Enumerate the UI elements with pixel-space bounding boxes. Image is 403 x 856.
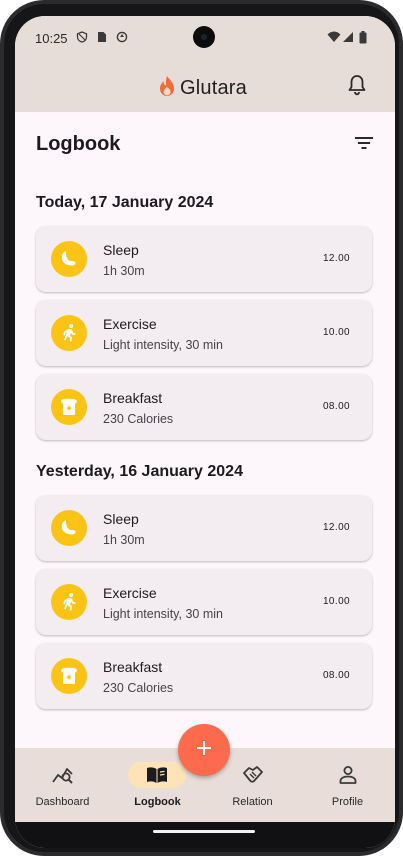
gesture-bar [15, 822, 395, 848]
entry-icon-circle [51, 241, 87, 277]
nav-icon-container [43, 762, 83, 788]
entry-title: Exercise [103, 316, 157, 332]
app-screen: 10:25 Glutara Logbook Today, 17 January … [15, 16, 395, 848]
log-entry-card[interactable]: Sleep 1h 30m 12.00 [36, 495, 372, 561]
entry-title: Sleep [103, 242, 139, 258]
entry-icon-circle [51, 584, 87, 620]
entry-detail: Light intensity, 30 min [103, 607, 223, 621]
entry-detail: 230 Calories [103, 681, 174, 695]
device-bezel: 10:25 Glutara Logbook Today, 17 January … [4, 4, 399, 852]
logbook-content[interactable]: Logbook Today, 17 January 2024 Sleep 1h … [15, 112, 395, 752]
nav-icon-container [328, 762, 368, 788]
entry-title: Breakfast [103, 390, 163, 406]
entry-icon-circle [51, 658, 87, 694]
log-entry-card[interactable]: Sleep 1h 30m 12.00 [36, 226, 372, 292]
sim-card-icon [97, 31, 107, 46]
entry-time: 12.00 [322, 253, 350, 264]
entry-detail: Light intensity, 30 min [103, 338, 223, 352]
page-title: Logbook [36, 133, 121, 155]
brand: Glutara [158, 75, 247, 102]
nav-label: Logbook [134, 796, 181, 808]
shield-icon [76, 31, 88, 46]
log-entry-card[interactable]: Exercise Light intensity, 30 min 10.00 [36, 569, 372, 635]
plus-icon [196, 740, 212, 761]
brand-name: Glutara [180, 77, 247, 99]
signal-icon [342, 31, 354, 46]
entry-time: 12.00 [322, 522, 350, 533]
entry-detail: 230 Calories [103, 412, 174, 426]
section-date-today: Today, 17 January 2024 [36, 194, 214, 211]
nav-item-profile[interactable]: Profile [300, 748, 395, 822]
nav-active-indicator [128, 762, 186, 788]
log-entry-card[interactable]: Breakfast 230 Calories 08.00 [36, 643, 372, 709]
status-time: 10:25 [35, 31, 68, 46]
entry-icon-circle [51, 389, 87, 425]
app-bar: Glutara [15, 58, 395, 112]
entry-time: 08.00 [322, 401, 350, 412]
front-camera [193, 26, 215, 48]
entry-title: Breakfast [103, 659, 163, 675]
entry-title: Sleep [103, 511, 139, 527]
entry-detail: 1h 30m [103, 264, 145, 278]
entry-detail: 1h 30m [103, 533, 145, 547]
log-entry-card[interactable]: Breakfast 230 Calories 08.00 [36, 374, 372, 440]
home-gesture-handle[interactable] [153, 830, 255, 833]
flame-logo-icon [158, 75, 176, 102]
bell-icon[interactable] [347, 74, 367, 101]
add-entry-button[interactable] [178, 724, 230, 776]
filter-icon[interactable] [355, 136, 373, 155]
data-saver-icon [116, 31, 128, 46]
status-bar: 10:25 [15, 16, 395, 58]
entry-icon-circle [51, 315, 87, 351]
entry-time: 10.00 [322, 596, 350, 607]
section-date-yesterday: Yesterday, 16 January 2024 [36, 463, 243, 480]
nav-item-dashboard[interactable]: Dashboard [15, 748, 110, 822]
log-entry-card[interactable]: Exercise Light intensity, 30 min 10.00 [36, 300, 372, 366]
nav-icon-container [233, 762, 273, 788]
device-frame: 10:25 Glutara Logbook Today, 17 January … [0, 0, 403, 856]
entry-time: 08.00 [322, 670, 350, 681]
nav-label: Relation [232, 796, 273, 808]
battery-icon [359, 31, 367, 47]
nav-label: Profile [331, 796, 364, 808]
nav-label: Dashboard [35, 796, 90, 808]
entry-time: 10.00 [322, 327, 350, 338]
entry-title: Exercise [103, 585, 157, 601]
entry-icon-circle [51, 510, 87, 546]
wifi-icon [327, 31, 341, 46]
